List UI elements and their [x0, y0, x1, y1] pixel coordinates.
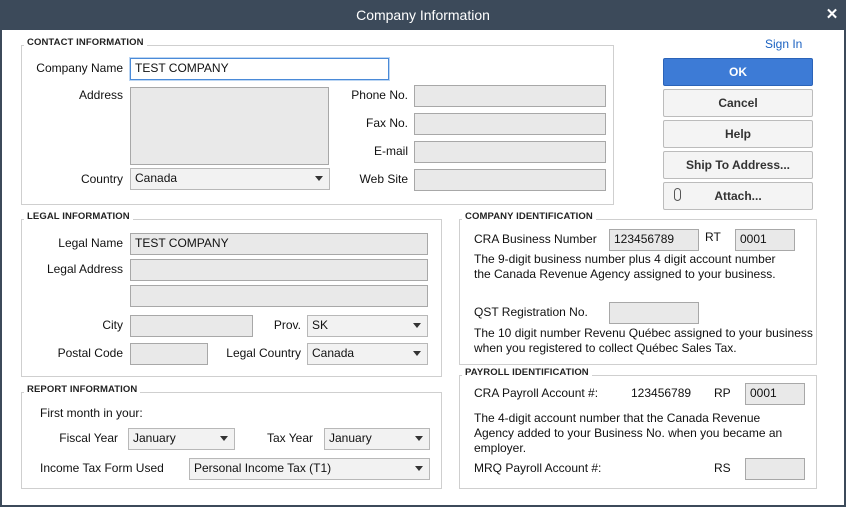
income-tax-form-label: Income Tax Form Used [40, 461, 164, 475]
legal-country-select[interactable]: Canada [307, 343, 428, 365]
company-name-input[interactable]: TEST COMPANY [130, 58, 389, 80]
tax-year-selected-value: January [329, 431, 372, 445]
legal-country-selected-value: Canada [312, 346, 355, 360]
prov-selected-value: SK [312, 318, 329, 332]
payroll-note-line-2: Agency added to your Business No. when y… [474, 426, 783, 440]
fax-label: Fax No. [365, 116, 408, 130]
qst-registration-label: QST Registration No. [474, 305, 588, 319]
legal-name-label: Legal Name [58, 236, 123, 250]
email-input[interactable] [414, 141, 606, 163]
window-title: Company Information [356, 7, 490, 23]
payroll-note-line-3: employer. [474, 441, 527, 455]
chevron-down-icon [413, 351, 421, 356]
fiscal-year-label: Fiscal Year [59, 431, 118, 445]
prov-label: Prov. [273, 318, 301, 332]
legal-country-label: Legal Country [226, 346, 301, 360]
help-button[interactable]: Help [663, 120, 813, 148]
attach-button-label: Attach... [714, 189, 762, 203]
paperclip-icon [674, 188, 681, 201]
income-tax-form-selected-value: Personal Income Tax (T1) [194, 461, 332, 475]
rt-input[interactable]: 0001 [735, 229, 795, 251]
title-bar: Company Information ✕ [0, 0, 846, 30]
company-identification-title: COMPANY IDENTIFICATION [462, 211, 596, 222]
income-tax-form-select[interactable]: Personal Income Tax (T1) [189, 458, 430, 480]
web-site-input[interactable] [414, 169, 606, 191]
attach-button[interactable]: Attach... [663, 182, 813, 210]
legal-address-line1-input[interactable] [130, 259, 428, 281]
fiscal-year-select[interactable]: January [128, 428, 235, 450]
qst-registration-input[interactable] [609, 302, 699, 324]
payroll-identification-title: PAYROLL IDENTIFICATION [462, 367, 592, 378]
contact-information-title: CONTACT INFORMATION [24, 37, 147, 48]
qst-note-line-1: The 10 digit number Revenu Québec assign… [474, 326, 813, 340]
ship-to-address-button[interactable]: Ship To Address... [663, 151, 813, 179]
phone-input[interactable] [414, 85, 606, 107]
dialog-body: CONTACT INFORMATION Company Name TEST CO… [2, 30, 844, 505]
city-input[interactable] [130, 315, 253, 337]
ok-button[interactable]: OK [663, 58, 813, 86]
cra-business-number-input[interactable]: 123456789 [609, 229, 699, 251]
sign-in-link[interactable]: Sign In [765, 37, 802, 51]
company-name-label: Company Name [36, 61, 123, 75]
country-label: Country [80, 172, 123, 186]
cra-payroll-account-label: CRA Payroll Account #: [474, 386, 599, 400]
prov-select[interactable]: SK [307, 315, 428, 337]
legal-address-line2-input[interactable] [130, 285, 428, 307]
legal-information-title: LEGAL INFORMATION [24, 211, 133, 222]
phone-label: Phone No. [351, 88, 408, 102]
postal-code-input[interactable] [130, 343, 208, 365]
legal-address-label: Legal Address [46, 262, 123, 276]
legal-name-input[interactable]: TEST COMPANY [130, 233, 428, 255]
email-label: E-mail [373, 144, 408, 158]
web-site-label: Web Site [359, 172, 408, 186]
cancel-button[interactable]: Cancel [663, 89, 813, 117]
rt-label: RT [705, 230, 721, 244]
postal-code-label: Postal Code [57, 346, 123, 360]
rs-input[interactable] [745, 458, 805, 480]
rp-label: RP [714, 386, 731, 400]
country-selected-value: Canada [135, 171, 178, 185]
chevron-down-icon [413, 323, 421, 328]
mrq-payroll-account-label: MRQ Payroll Account #: [474, 461, 602, 475]
rp-input[interactable]: 0001 [745, 383, 805, 405]
address-label: Address [78, 88, 123, 102]
fiscal-year-selected-value: January [133, 431, 176, 445]
cra-business-number-label: CRA Business Number [474, 232, 597, 246]
payroll-note-line-1: The 4-digit account number that the Cana… [474, 411, 761, 425]
tax-year-label: Tax Year [266, 431, 313, 445]
chevron-down-icon [220, 436, 228, 441]
rs-label: RS [714, 461, 731, 475]
report-information-title: REPORT INFORMATION [24, 384, 141, 395]
fax-input[interactable] [414, 113, 606, 135]
city-label: City [102, 318, 123, 332]
first-month-label: First month in your: [40, 406, 143, 420]
close-icon[interactable]: ✕ [824, 5, 840, 23]
cra-note-line-2: the Canada Revenue Agency assigned to yo… [474, 267, 776, 281]
country-select[interactable]: Canada [130, 168, 330, 190]
address-textarea[interactable] [130, 87, 329, 165]
cra-note-line-1: The 9-digit business number plus 4 digit… [474, 252, 776, 266]
cra-payroll-account-value: 123456789 [631, 386, 692, 400]
qst-note-line-2: when you registered to collect Québec Sa… [474, 341, 737, 355]
tax-year-select[interactable]: January [324, 428, 430, 450]
chevron-down-icon [415, 436, 423, 441]
chevron-down-icon [415, 466, 423, 471]
